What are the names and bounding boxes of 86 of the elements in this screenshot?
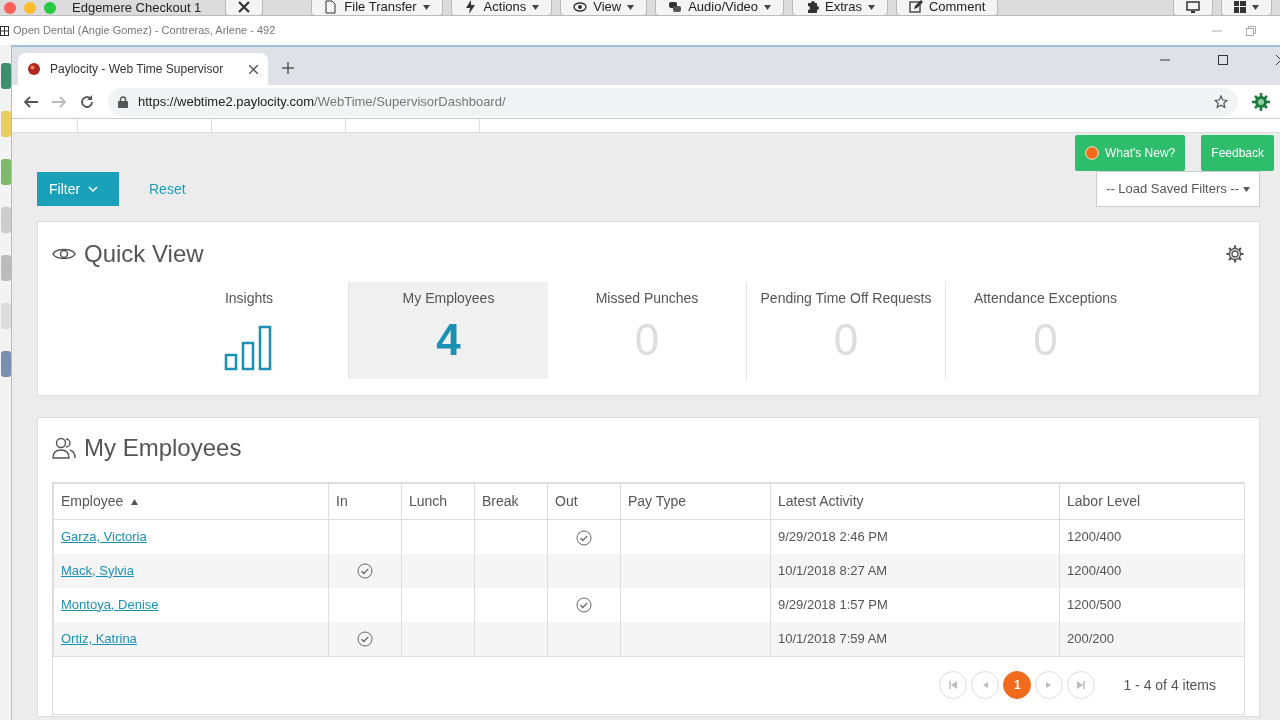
- tile-label: Missed Punches: [594, 289, 700, 308]
- eye-icon: [52, 246, 76, 262]
- session-title: Edgemere Checkout 1: [72, 0, 202, 15]
- eye-icon: [573, 0, 588, 14]
- column-header[interactable]: Pay Type: [620, 483, 771, 520]
- app-shortcut-icon[interactable]: [0, 159, 11, 185]
- caret-icon: [1243, 186, 1250, 192]
- table-cell: 9/29/2018 2:46 PM: [778, 529, 888, 544]
- first-page-button[interactable]: [939, 671, 968, 699]
- column-header[interactable]: Out: [547, 483, 621, 520]
- table-cell: 10/1/2018 8:27 AM: [778, 562, 888, 578]
- puzzle-icon: [805, 0, 820, 14]
- reload-icon[interactable]: [80, 94, 94, 109]
- forward-arrow-icon[interactable]: [52, 95, 66, 108]
- section-title: Quick View: [84, 239, 204, 269]
- table-cell: 10/1/2018 7:59 AM: [778, 630, 888, 646]
- tab-title: Paylocity - Web Time Supervisor: [50, 61, 225, 78]
- url-text: https://webtime2.paylocity.com/WebTime/SupervisorDashboard/: [138, 92, 506, 111]
- last-page-icon: [1077, 681, 1086, 689]
- column-header[interactable]: Break: [474, 483, 548, 520]
- tile-label: My Employees: [401, 289, 496, 308]
- people-icon: [52, 437, 76, 459]
- speech-bubbles-icon: [668, 0, 683, 14]
- new-tab-icon[interactable]: [282, 62, 294, 74]
- employee-link[interactable]: Ortiz, Katrina: [61, 630, 137, 646]
- back-arrow-icon[interactable]: [24, 95, 38, 108]
- monitor-button[interactable]: [1173, 0, 1213, 15]
- close-icon[interactable]: [249, 64, 258, 74]
- windows-icon: [1234, 1, 1246, 13]
- toolbar-button[interactable]: Comment: [895, 0, 999, 15]
- app-shortcut-icon[interactable]: [0, 207, 11, 233]
- tile-label: Pending Time Off Requests: [759, 289, 933, 308]
- saved-filters-dropdown[interactable]: -- Load Saved Filters --: [1096, 171, 1260, 207]
- caret-icon: [1252, 4, 1259, 10]
- close-session-button[interactable]: [225, 0, 264, 15]
- close-light[interactable]: [4, 1, 16, 14]
- employee-link[interactable]: Montoya, Denise: [61, 596, 159, 612]
- notification-dot-icon: [1085, 146, 1099, 160]
- table-cell: 9/29/2018 1:57 PM: [778, 596, 888, 612]
- window-title: Open Dental (Angie Gomez) - Contreras, Arlene - 492: [13, 23, 276, 39]
- app-shortcut-icon[interactable]: [0, 351, 11, 377]
- star-icon[interactable]: [1214, 94, 1228, 109]
- pagination-summary: 1 - 4 of 4 items: [1123, 675, 1216, 695]
- grid-icon: [0, 25, 9, 36]
- windows-button[interactable]: [1221, 0, 1272, 15]
- column-header[interactable]: Latest Activity: [770, 483, 1060, 520]
- maximize-icon[interactable]: [1218, 55, 1228, 65]
- table-cell: 200/200: [1067, 630, 1114, 646]
- first-page-icon: [949, 681, 958, 689]
- document-icon: [324, 0, 339, 14]
- app-shortcut-icon[interactable]: [0, 255, 11, 281]
- toolbar-button[interactable]: Audio/Video: [655, 0, 785, 15]
- toolbar-button[interactable]: Actions: [450, 0, 553, 15]
- column-header[interactable]: Lunch: [401, 483, 475, 520]
- toolbar-button[interactable]: File Transfer: [311, 0, 443, 15]
- settings-icon[interactable]: [1225, 244, 1245, 264]
- app-shortcut-icon[interactable]: [0, 63, 11, 89]
- employee-link[interactable]: Garza, Victoria: [61, 529, 147, 544]
- close-icon: [238, 1, 251, 13]
- column-header[interactable]: Employee: [53, 483, 329, 520]
- bar-chart-icon: [224, 323, 274, 371]
- toolbar-button[interactable]: View: [560, 0, 648, 15]
- table-cell: 1200/400: [1067, 529, 1122, 544]
- quick-view-tile[interactable]: My Employees 4: [349, 282, 548, 379]
- chevron-down-icon: [88, 186, 99, 192]
- monitor-icon: [1186, 1, 1200, 13]
- favicon-icon: [28, 63, 40, 75]
- address-bar[interactable]: https://webtime2.paylocity.com/WebTime/SupervisorDashboard/: [108, 87, 1238, 116]
- restore-icon[interactable]: [1246, 25, 1256, 36]
- table-cell: 1200/400: [1067, 562, 1122, 578]
- section-title: My Employees: [84, 433, 242, 463]
- lock-icon: [118, 95, 128, 108]
- pencil-icon: [908, 0, 923, 14]
- browser-tab[interactable]: Paylocity - Web Time Supervisor: [18, 53, 268, 85]
- zoom-light[interactable]: [44, 1, 56, 14]
- column-header[interactable]: In: [328, 483, 402, 520]
- last-page-button[interactable]: [1067, 671, 1096, 699]
- column-header[interactable]: Labor Level: [1059, 483, 1245, 520]
- previous-page-icon: [981, 681, 990, 689]
- table-cell: 1200/500: [1067, 596, 1122, 612]
- tile-label: Attendance Exceptions: [972, 289, 1119, 308]
- extension-icon[interactable]: [1252, 92, 1270, 111]
- toolbar-button[interactable]: Extras: [792, 0, 888, 15]
- tile-count: 4: [435, 314, 462, 366]
- tile-label: Insights: [223, 289, 275, 308]
- lightning-icon: [463, 0, 478, 14]
